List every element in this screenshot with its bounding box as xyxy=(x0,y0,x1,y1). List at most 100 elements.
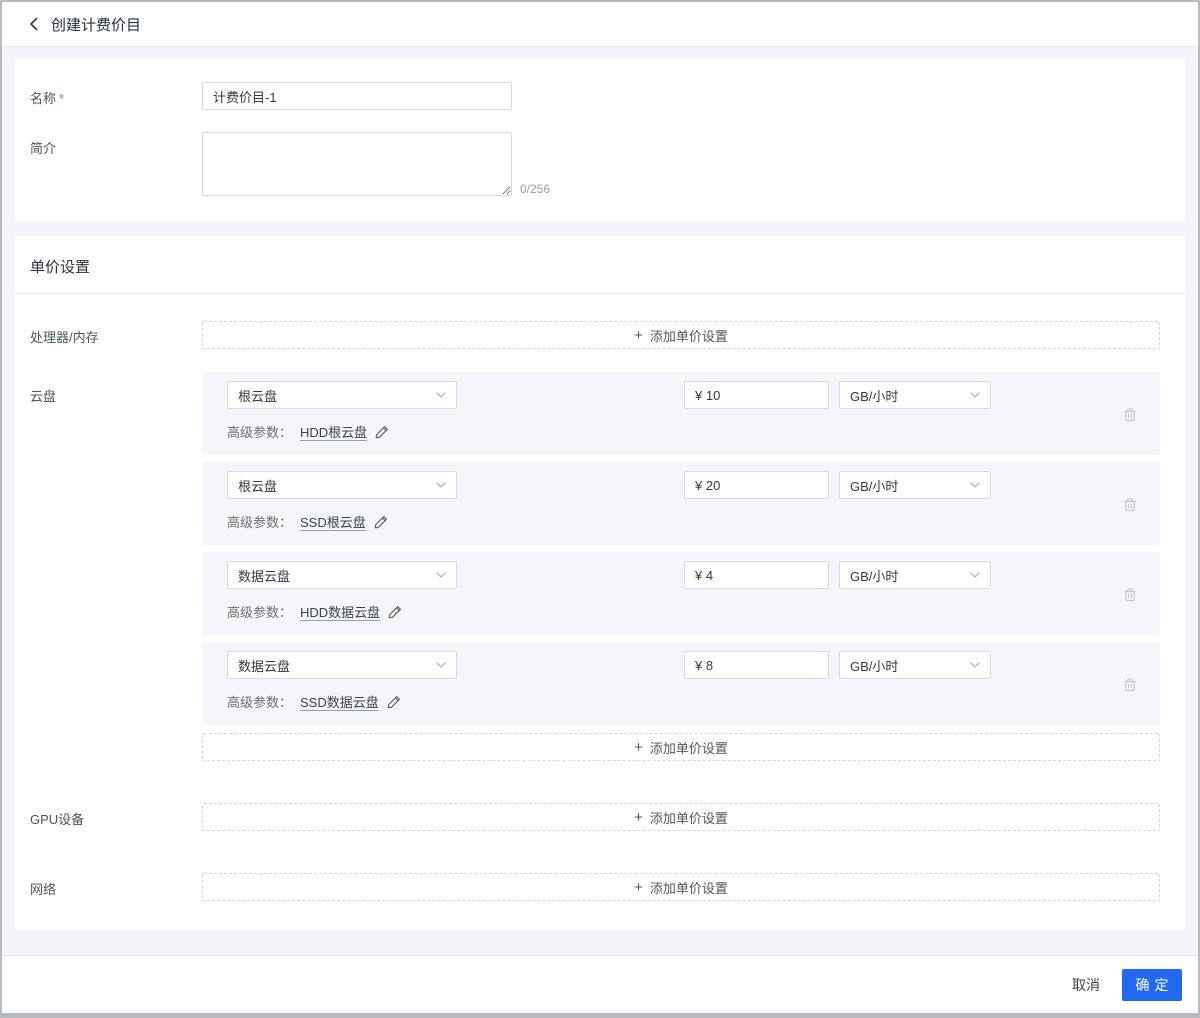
delete-row-button[interactable] xyxy=(1122,497,1138,513)
intro-field-wrap: 0/256 xyxy=(202,132,550,196)
trash-icon xyxy=(1122,407,1138,423)
advanced-value: HDD根云盘 xyxy=(300,422,367,441)
unit-value: GB/小时 xyxy=(850,386,898,405)
pencil-icon xyxy=(387,695,401,709)
disk-row-controls: 数据云盘 GB/小时 xyxy=(227,651,1135,679)
required-asterisk: * xyxy=(59,91,64,106)
group-cpu-memory: 处理器/内存 + 添加单价设置 xyxy=(15,321,1185,349)
advanced-label: 高级参数： xyxy=(227,512,292,531)
intro-textarea[interactable] xyxy=(202,132,512,196)
advanced-label: 高级参数： xyxy=(227,602,292,621)
disk-row-controls: 根云盘 GB/小时 xyxy=(227,381,1135,409)
group-cpu-content: + 添加单价设置 xyxy=(202,321,1160,349)
chevron-down-icon xyxy=(436,662,446,668)
edit-advanced-button[interactable] xyxy=(387,695,401,709)
chevron-down-icon xyxy=(436,572,446,578)
group-gpu-label: GPU设备 xyxy=(30,803,202,831)
add-price-label: 添加单价设置 xyxy=(650,808,728,827)
char-counter: 0/256 xyxy=(520,182,550,196)
group-network-label: 网络 xyxy=(30,873,202,901)
add-price-label: 添加单价设置 xyxy=(650,326,728,345)
disk-type-select[interactable]: 根云盘 xyxy=(227,381,457,409)
intro-label-text: 简介 xyxy=(30,141,56,156)
pencil-icon xyxy=(388,605,402,619)
intro-row: 简介 0/256 xyxy=(15,132,1185,196)
trash-icon xyxy=(1122,677,1138,693)
confirm-button[interactable]: 确定 xyxy=(1122,969,1182,1001)
trash-icon xyxy=(1122,497,1138,513)
price-groups: 处理器/内存 + 添加单价设置 云盘 xyxy=(15,294,1185,901)
group-network-content: + 添加单价设置 xyxy=(202,873,1160,901)
add-price-button-disk[interactable]: + 添加单价设置 xyxy=(202,733,1160,761)
group-network: 网络 + 添加单价设置 xyxy=(15,873,1185,901)
disk-type-value: 根云盘 xyxy=(238,386,277,405)
disk-price-row: 数据云盘 GB/小时 高级参数： xyxy=(202,552,1160,635)
name-label-text: 名称 xyxy=(30,91,56,106)
disk-type-select[interactable]: 数据云盘 xyxy=(227,651,457,679)
delete-row-button[interactable] xyxy=(1122,677,1138,693)
edit-advanced-button[interactable] xyxy=(375,425,389,439)
name-row: 名称* xyxy=(15,82,1185,110)
advanced-value: SSD根云盘 xyxy=(300,512,366,531)
unit-select[interactable]: GB/小时 xyxy=(839,471,991,499)
unit-value: GB/小时 xyxy=(850,476,898,495)
plus-icon: + xyxy=(634,879,643,896)
create-pricing-window: 创建计费价目 名称* 简介 0/256 xyxy=(0,0,1200,1018)
group-disk-label: 云盘 xyxy=(30,372,202,761)
footer-bar: 取消 确定 xyxy=(2,955,1198,1013)
add-price-button-cpu[interactable]: + 添加单价设置 xyxy=(202,321,1160,349)
delete-row-button[interactable] xyxy=(1122,587,1138,603)
plus-icon: + xyxy=(634,739,643,756)
group-disk-content: 根云盘 GB/小时 高级参数： xyxy=(202,372,1160,761)
unit-select[interactable]: GB/小时 xyxy=(839,651,991,679)
disk-price-row: 根云盘 GB/小时 高级参数： xyxy=(202,462,1160,545)
advanced-value: SSD数据云盘 xyxy=(300,692,379,711)
advanced-param-line: 高级参数： SSD根云盘 xyxy=(227,512,1135,531)
edit-advanced-button[interactable] xyxy=(388,605,402,619)
advanced-param-line: 高级参数： HDD数据云盘 xyxy=(227,602,1135,621)
page-content: 名称* 简介 0/256 单价设置 处 xyxy=(2,47,1198,955)
advanced-value: HDD数据云盘 xyxy=(300,602,380,621)
group-gpu-content: + 添加单价设置 xyxy=(202,803,1160,831)
group-cloud-disk: 云盘 根云盘 GB/小时 xyxy=(15,372,1185,761)
chevron-down-icon xyxy=(970,392,980,398)
unit-select[interactable]: GB/小时 xyxy=(839,381,991,409)
section-head: 单价设置 xyxy=(15,236,1185,294)
name-label: 名称* xyxy=(30,82,202,110)
advanced-param-line: 高级参数： SSD数据云盘 xyxy=(227,692,1135,711)
advanced-label: 高级参数： xyxy=(227,422,292,441)
add-price-button-network[interactable]: + 添加单价设置 xyxy=(202,873,1160,901)
page-title: 创建计费价目 xyxy=(51,14,141,35)
titlebar: 创建计费价目 xyxy=(2,2,1198,47)
disk-price-row: 数据云盘 GB/小时 高级参数： xyxy=(202,642,1160,725)
edit-advanced-button[interactable] xyxy=(374,515,388,529)
disk-row-controls: 根云盘 GB/小时 xyxy=(227,471,1135,499)
group-cpu-label: 处理器/内存 xyxy=(30,321,202,349)
add-price-button-gpu[interactable]: + 添加单价设置 xyxy=(202,803,1160,831)
chevron-down-icon xyxy=(436,482,446,488)
disk-price-row: 根云盘 GB/小时 高级参数： xyxy=(202,372,1160,455)
cancel-button[interactable]: 取消 xyxy=(1072,975,1100,995)
chevron-down-icon xyxy=(970,662,980,668)
back-button[interactable] xyxy=(24,15,42,33)
price-input[interactable] xyxy=(684,471,829,499)
intro-label: 简介 xyxy=(30,132,202,196)
chevron-down-icon xyxy=(436,392,446,398)
plus-icon: + xyxy=(634,327,643,344)
price-input[interactable] xyxy=(684,561,829,589)
delete-row-button[interactable] xyxy=(1122,407,1138,423)
unit-value: GB/小时 xyxy=(850,566,898,585)
price-input[interactable] xyxy=(684,381,829,409)
disk-type-select[interactable]: 根云盘 xyxy=(227,471,457,499)
disk-type-value: 根云盘 xyxy=(238,476,277,495)
name-input[interactable] xyxy=(202,82,512,110)
plus-icon: + xyxy=(634,809,643,826)
unit-select[interactable]: GB/小时 xyxy=(839,561,991,589)
chevron-down-icon xyxy=(970,482,980,488)
pencil-icon xyxy=(374,515,388,529)
disk-type-value: 数据云盘 xyxy=(238,656,290,675)
section-title: 单价设置 xyxy=(30,259,90,276)
disk-type-select[interactable]: 数据云盘 xyxy=(227,561,457,589)
pencil-icon xyxy=(375,425,389,439)
price-input[interactable] xyxy=(684,651,829,679)
